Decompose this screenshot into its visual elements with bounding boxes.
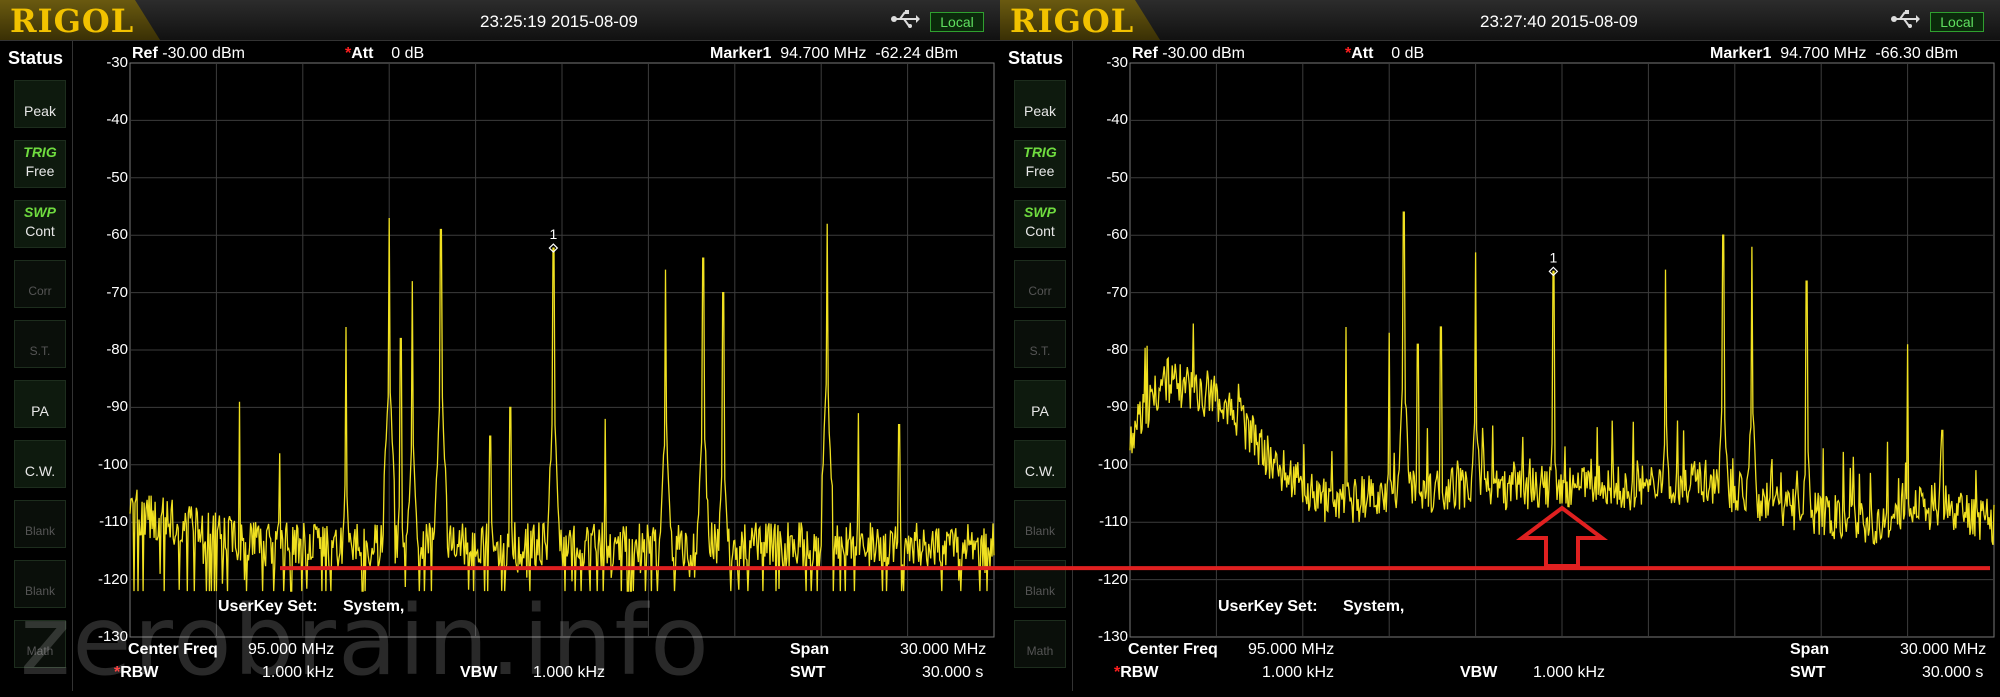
up-arrow-annotation — [1516, 505, 1608, 568]
watermark-text: zerobrain.info — [20, 585, 711, 697]
